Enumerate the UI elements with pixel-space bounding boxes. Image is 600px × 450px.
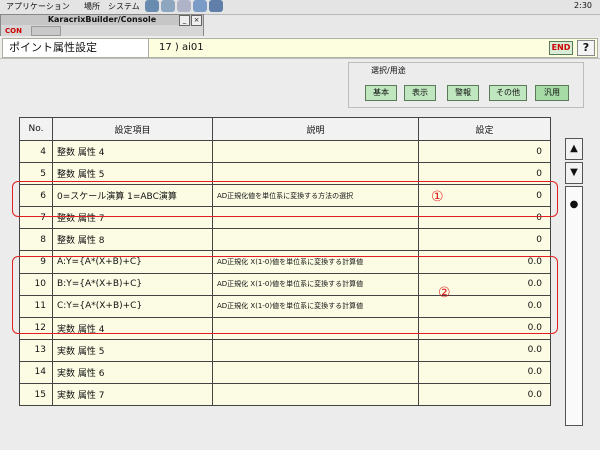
divider — [0, 58, 600, 59]
terminal-icon[interactable] — [177, 0, 191, 12]
header-no: No. — [19, 117, 53, 141]
annotation-box-1 — [12, 181, 558, 217]
console-window: KaracrixBuilder/Console _ × CON — [0, 14, 204, 38]
launcher-tray — [145, 0, 223, 14]
tab-alarm[interactable]: 警報 — [447, 85, 479, 101]
scroll-up-button[interactable]: ▲ — [565, 138, 583, 160]
row-no: 15 — [19, 383, 53, 407]
mail-icon[interactable] — [161, 0, 175, 12]
menu-applications[interactable]: アプリケーション — [6, 1, 70, 12]
table-row[interactable]: 13 実数 属性 5 0.0 — [19, 338, 551, 362]
row-item: 整数 属性 8 — [52, 228, 213, 252]
row-no: 13 — [19, 338, 53, 362]
table-row[interactable]: 15 実数 属性 7 0.0 — [19, 383, 551, 407]
row-value[interactable]: 0 — [418, 228, 551, 252]
row-value[interactable]: 0.0 — [418, 338, 551, 362]
help-button[interactable]: ? — [577, 40, 595, 56]
desktop-top-bar: アプリケーション 場所 システム 2:30 — [0, 0, 600, 15]
clock: 2:30 — [574, 1, 592, 10]
table-row[interactable]: 14 実数 属性 6 0.0 — [19, 360, 551, 385]
row-item: 実数 属性 7 — [52, 383, 213, 407]
row-desc — [212, 139, 419, 164]
browser-icon[interactable] — [145, 0, 159, 12]
header-value: 設定 — [418, 117, 551, 141]
row-desc — [212, 338, 419, 362]
row-no: 14 — [19, 360, 53, 385]
table-row[interactable]: 4 整数 属性 4 0 — [19, 139, 551, 164]
row-no: 4 — [19, 139, 53, 164]
end-button[interactable]: END — [549, 41, 573, 55]
tool-icon[interactable] — [31, 26, 61, 36]
annotation-mark-1: ① — [431, 189, 444, 205]
table-row[interactable]: 8 整数 属性 8 0 — [19, 228, 551, 252]
selector-panel: 選択/用途 基本 表示 警報 その他 汎用 — [348, 62, 584, 108]
row-value[interactable]: 0 — [418, 139, 551, 164]
row-item: 実数 属性 5 — [52, 338, 213, 362]
scroll-track[interactable]: ● — [565, 186, 583, 426]
annotation-box-2 — [12, 256, 558, 334]
row-no: 8 — [19, 228, 53, 252]
scroll-thumb-icon[interactable]: ● — [570, 199, 579, 210]
selector-caption: 選択/用途 — [371, 66, 406, 75]
row-item: 整数 属性 4 — [52, 139, 213, 164]
menu-system[interactable]: システム — [108, 1, 140, 12]
row-desc — [212, 228, 419, 252]
header-bar: ポイント属性設定 17 ) ai01 END ? — [2, 38, 598, 58]
minimize-icon[interactable]: _ — [179, 15, 190, 26]
tab-general[interactable]: 汎用 — [535, 85, 569, 101]
row-item: 実数 属性 6 — [52, 360, 213, 385]
tab-basic[interactable]: 基本 — [365, 85, 397, 101]
tab-other[interactable]: その他 — [489, 85, 527, 101]
row-desc — [212, 383, 419, 407]
row-value[interactable]: 0.0 — [418, 360, 551, 385]
scroll-down-button[interactable]: ▼ — [565, 162, 583, 184]
tab-display[interactable]: 表示 — [404, 85, 436, 101]
menu-places[interactable]: 場所 — [84, 1, 100, 12]
editor-icon[interactable] — [209, 0, 223, 12]
application-area: ポイント属性設定 17 ) ai01 END ? 選択/用途 基本 表示 警報 … — [0, 36, 600, 450]
folder-icon[interactable] — [193, 0, 207, 12]
window-title: KaracrixBuilder/Console — [1, 15, 203, 25]
screen-title: ポイント属性設定 — [3, 39, 149, 57]
annotation-mark-2: ② — [438, 285, 451, 301]
header-item: 設定項目 — [52, 117, 213, 141]
point-code: 17 ) ai01 — [159, 42, 204, 53]
con-label[interactable]: CON — [5, 26, 22, 36]
row-value[interactable]: 0.0 — [418, 383, 551, 407]
close-icon[interactable]: × — [191, 15, 202, 26]
header-desc: 説明 — [212, 117, 419, 141]
row-desc — [212, 360, 419, 385]
